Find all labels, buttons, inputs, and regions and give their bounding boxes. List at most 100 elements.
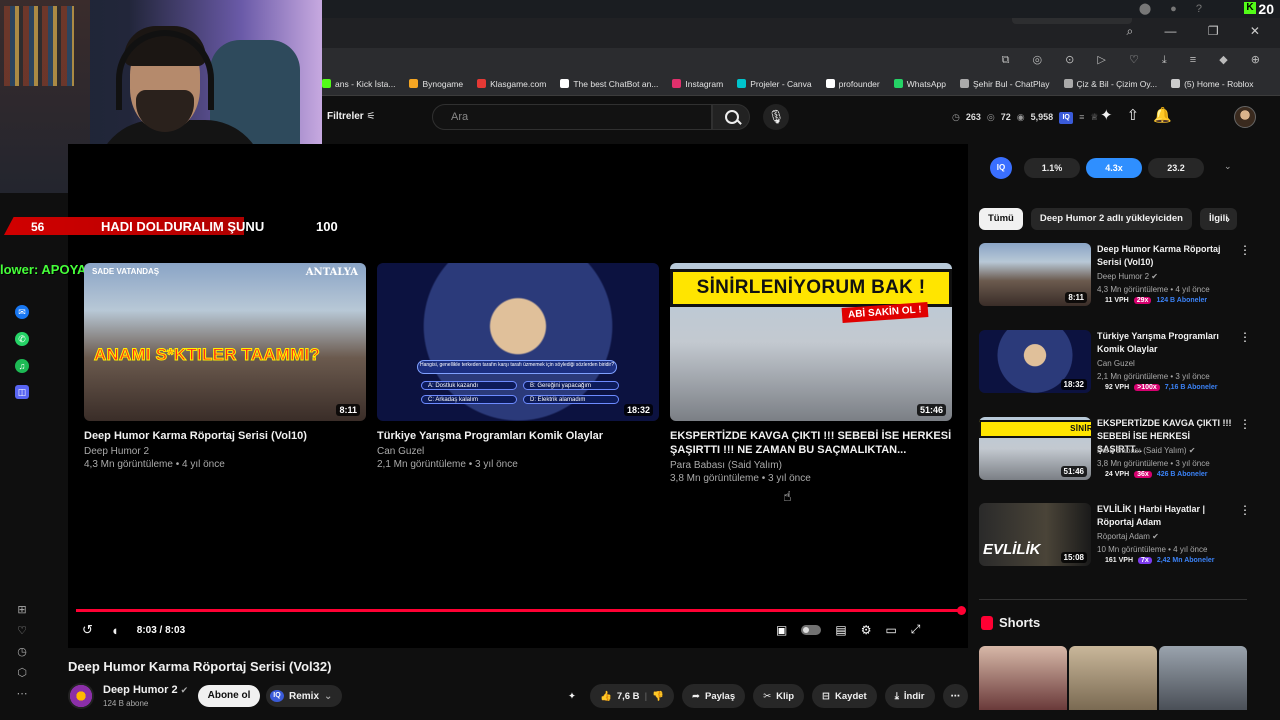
progress-bar[interactable] [76, 609, 962, 612]
related-channel[interactable]: Para Babası (Said Yalım) ✔ [1097, 446, 1195, 455]
download-button[interactable]: ⤓ İndir [884, 684, 935, 708]
end-card-title[interactable]: EKSPERTİZDE KAVGA ÇIKTI !!! SEBEBİ İSE H… [670, 429, 952, 457]
end-card-channel[interactable]: Deep Humor 2 [84, 446, 366, 457]
related-video-item[interactable]: 18:32 Türkiye Yarışma Programları Komik … [979, 330, 1251, 408]
channel-name[interactable]: Deep Humor 2 ✔ [103, 684, 188, 696]
apps-grid-icon[interactable]: ⊞ [15, 603, 29, 616]
like-button[interactable]: 👍 7,6 B | 👎 [589, 684, 675, 708]
chevron-down-icon[interactable]: ⌄ [1224, 161, 1232, 172]
search-input[interactable]: Ara [432, 104, 712, 130]
more-vertical-icon[interactable]: ⋮ [1239, 330, 1251, 344]
short-thumbnail[interactable] [1069, 646, 1157, 710]
trophy-icon[interactable]: ♕ [1090, 112, 1098, 124]
related-thumbnail[interactable]: 18:32 [979, 330, 1091, 393]
whatsapp-icon[interactable]: ✆ [15, 332, 29, 346]
more-vertical-icon[interactable]: ⋮ [1239, 503, 1251, 517]
end-card-title[interactable]: Deep Humor Karma Röportaj Serisi (Vol10) [84, 429, 366, 443]
bookmark-item[interactable]: Bynogame [409, 79, 463, 89]
iq-player-icon[interactable]: ▣ [776, 623, 787, 637]
iq-stat-chip[interactable]: 23.2 [1148, 158, 1204, 178]
chip-from-uploader[interactable]: Deep Humor 2 adlı yükleyiciden [1030, 208, 1192, 230]
subtitles-icon[interactable]: ▤ [835, 623, 846, 637]
create-icon[interactable]: ✦ [1100, 106, 1113, 124]
related-channel[interactable]: Röportaj Adam ✔ [1097, 532, 1159, 541]
channel-avatar[interactable] [68, 683, 94, 709]
bookmark-item[interactable]: WhatsApp [893, 79, 946, 89]
voice-search-button[interactable]: 🎙 [763, 104, 789, 130]
related-title[interactable]: Deep Humor Karma Röportaj Serisi (Vol10) [1097, 243, 1235, 269]
list-icon[interactable]: ≡ [1079, 112, 1084, 124]
bookmark-item[interactable]: profounder [825, 79, 880, 89]
search-button[interactable] [712, 104, 750, 130]
thumbs-down-icon[interactable]: 👎 [652, 691, 664, 702]
related-thumbnail[interactable]: 8:11 [979, 243, 1091, 306]
volume-icon[interactable]: ◖ [111, 623, 119, 638]
end-card[interactable]: Hangisi, genellikle terkeden tarafın kar… [377, 263, 659, 470]
end-card-channel[interactable]: Para Babası (Said Yalım) [670, 460, 952, 471]
video-actions: ✦ 👍 7,6 B | 👎 ➦ Paylaş ✂ Klip ⊟ Kaydet ⤓ İndir … [562, 684, 969, 708]
end-card[interactable]: SADE VATANDAŞ ANTALYA ANAMI S*KTILER TAA… [84, 263, 366, 470]
autoplay-toggle[interactable] [801, 624, 822, 635]
chip-all[interactable]: Tümü [979, 208, 1023, 230]
bookmark-item[interactable]: Instagram [672, 79, 723, 89]
iq-extension-icon[interactable]: IQ [1059, 112, 1074, 124]
related-video-item[interactable]: SİNİRLENİYORUM BAK ! 51:46 EKSPERTİZDE K… [979, 417, 1251, 495]
extension-action-icon[interactable]: ✦ [562, 684, 582, 708]
iq-stat-chip[interactable]: 4.3x [1086, 158, 1142, 178]
window-controls[interactable]: ⌕ — ❐ ✕ [1126, 24, 1274, 39]
scrubber-handle[interactable] [957, 606, 966, 615]
more-vertical-icon[interactable]: ⋮ [1239, 417, 1251, 431]
account-avatar[interactable] [1234, 106, 1256, 128]
bookmark-item[interactable]: Şehir Bul - ChatPlay [959, 79, 1050, 89]
history-icon[interactable]: ◷ [15, 645, 29, 658]
dislike-divider: | [644, 690, 648, 702]
more-icon[interactable]: ⋯ [15, 687, 29, 700]
upload-icon[interactable]: ⇧ [1127, 106, 1140, 124]
remix-button[interactable]: IQ Remix ⌄ [266, 685, 343, 707]
end-card-thumbnail[interactable]: SİNİRLENİYORUM BAK ! ABİ SAKİN OL ! 51:4… [670, 263, 952, 421]
subscribe-button[interactable]: Abone ol [198, 685, 260, 707]
bookmark-item[interactable]: (5) Home - Roblox [1171, 79, 1254, 89]
chip-related[interactable]: İlgili [1199, 208, 1237, 230]
more-actions-button[interactable]: ⋯ [942, 684, 969, 708]
bookmark-item[interactable]: ans - Kick İsta... [322, 79, 395, 89]
notifications-bell-icon[interactable]: 🔔 [1153, 106, 1172, 124]
related-video-item[interactable]: 8:11 Deep Humor Karma Röportaj Serisi (V… [979, 243, 1251, 321]
share-button[interactable]: ➦ Paylaş [682, 684, 746, 708]
end-card-thumbnail[interactable]: Hangisi, genellikle terkeden tarafın kar… [377, 263, 659, 421]
related-title[interactable]: EVLİLİK | Harbi Hayatlar | Röportaj Adam [1097, 503, 1235, 529]
end-card-thumbnail[interactable]: SADE VATANDAŞ ANTALYA ANAMI S*KTILER TAA… [84, 263, 366, 421]
bookmark-item[interactable]: The best ChatBot an... [560, 79, 658, 89]
spotify-icon[interactable]: ♫ [15, 359, 29, 373]
more-vertical-icon[interactable]: ⋮ [1239, 243, 1251, 257]
short-thumbnail[interactable] [979, 646, 1067, 710]
app-icon[interactable]: ◫ [15, 385, 29, 399]
end-card-channel[interactable]: Can Guzel [377, 446, 659, 457]
miniplayer-icon[interactable]: ▭ [885, 623, 896, 637]
save-button[interactable]: ⊟ Kaydet [812, 684, 877, 708]
related-video-item[interactable]: EVLİLİK 15:08 EVLİLİK | Harbi Hayatlar |… [979, 503, 1251, 581]
short-thumbnail[interactable] [1159, 646, 1247, 710]
heart-icon[interactable]: ♡ [15, 624, 29, 637]
clip-button[interactable]: ✂ Klip [753, 684, 805, 708]
related-thumbnail[interactable]: SİNİRLENİYORUM BAK ! 51:46 [979, 417, 1091, 480]
iq-stat-chip[interactable]: 1.1% [1024, 158, 1080, 178]
related-channel[interactable]: Can Guzel [1097, 359, 1135, 368]
related-title[interactable]: Türkiye Yarışma Programları Komik Olayla… [1097, 330, 1235, 356]
tab-strip[interactable] [1012, 18, 1132, 24]
end-card-title[interactable]: Türkiye Yarışma Programları Komik Olayla… [377, 429, 659, 443]
filters-button[interactable]: Filtreler ⚟ [327, 111, 375, 122]
settings-gear-icon[interactable]: ⚙ [861, 623, 872, 637]
messenger-icon[interactable]: ✉ [15, 305, 29, 319]
related-thumbnail[interactable]: EVLİLİK 15:08 [979, 503, 1091, 566]
replay-icon[interactable]: ↺ [82, 622, 93, 638]
cube-icon[interactable]: ⬡ [15, 666, 29, 679]
bookmark-item[interactable]: Projeler - Canva [737, 79, 812, 89]
bookmark-item[interactable]: Çiz & Bil - Çizim Oy... [1063, 79, 1157, 89]
chevron-right-icon[interactable]: › [1226, 212, 1230, 226]
related-channel[interactable]: Deep Humor 2 ✔ [1097, 272, 1158, 281]
bookmark-item[interactable]: Klasgame.com [477, 79, 546, 89]
extension-icons[interactable]: ⧉ ◎ ⊙ ▷ ♡ ⤓ ≡ ◆ ⊕ [1002, 53, 1270, 67]
fullscreen-icon[interactable]: ⤢ [911, 622, 921, 637]
end-card[interactable]: SİNİRLENİYORUM BAK ! ABİ SAKİN OL ! 51:4… [670, 263, 952, 484]
